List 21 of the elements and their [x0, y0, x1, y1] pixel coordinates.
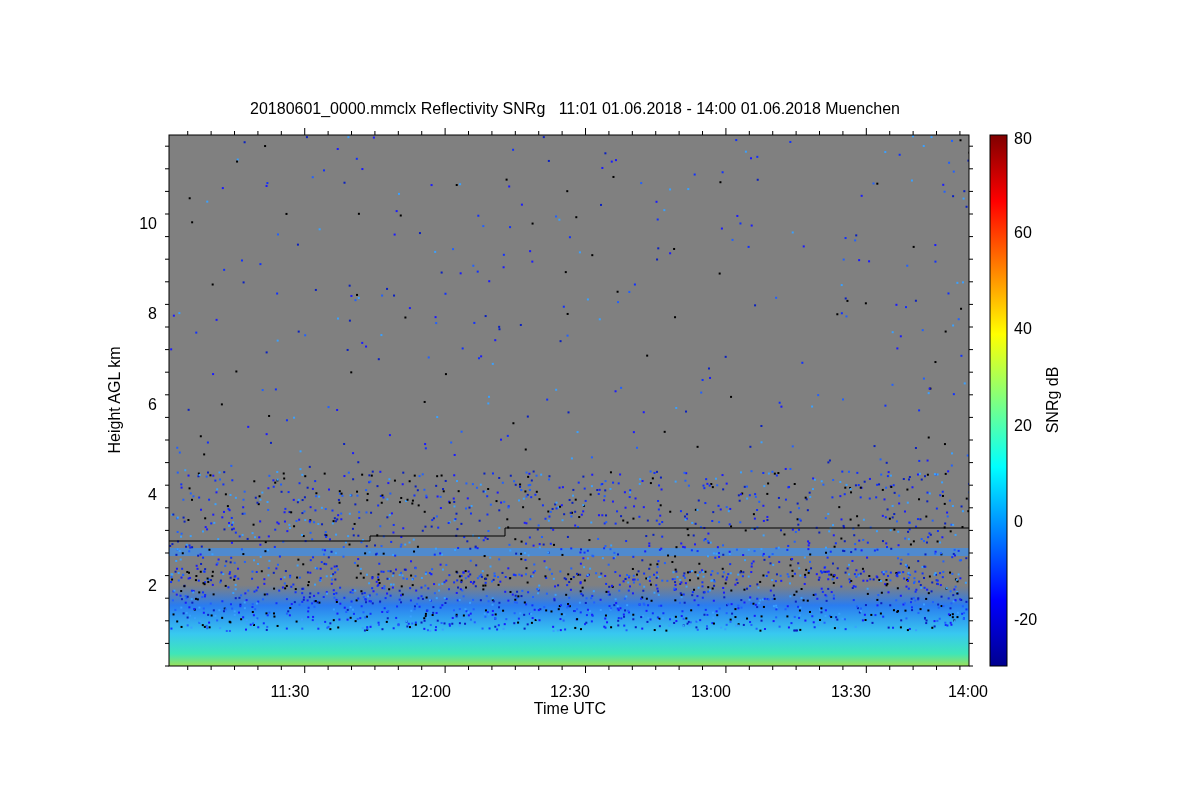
- colorbar-tick-label: 40: [1014, 320, 1032, 337]
- y-tick-label: 2: [148, 577, 157, 594]
- colorbar-tick-label: 60: [1014, 224, 1032, 241]
- x-tick-label: 13:30: [831, 683, 871, 700]
- y-tick-label: 6: [148, 396, 157, 413]
- y-tick-label: 10: [139, 215, 157, 232]
- x-tick-label: 12:30: [550, 683, 590, 700]
- colorbar-label: SNRg dB: [1044, 366, 1061, 434]
- colorbar-tick-label: 80: [1014, 130, 1032, 147]
- x-tick-label: 11:30: [270, 683, 310, 700]
- colorbar-tick-label: -20: [1014, 611, 1038, 628]
- plot-title: 20180601_0000.mmclx Reflectivity SNRg 11:01 01.06.2018 - 14:00 01.06.2018 Muenchen: [250, 100, 900, 117]
- y-tick-label: 8: [148, 305, 157, 322]
- colorbar-tick-label: 0: [1014, 513, 1023, 530]
- y-axis-label: Height AGL km: [106, 346, 123, 454]
- colorbar-tick-label: 20: [1014, 417, 1032, 434]
- x-tick-label: 14:00: [948, 683, 988, 700]
- y-tick-label: 4: [148, 486, 157, 503]
- x-tick-label: 13:00: [691, 683, 731, 700]
- x-axis-label: Time UTC: [533, 700, 607, 717]
- x-tick-label: 12:00: [411, 683, 451, 700]
